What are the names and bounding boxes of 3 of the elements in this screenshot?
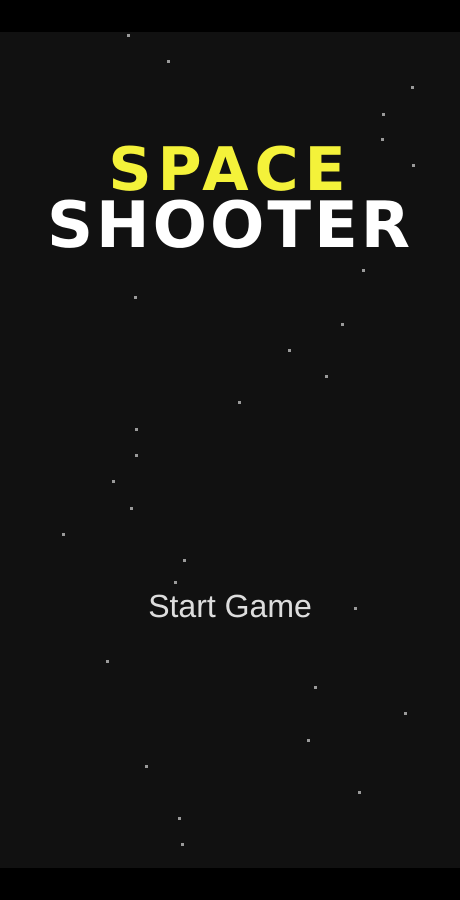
title-line: SPACE bbox=[108, 144, 352, 196]
start-game-button[interactable]: Start Game bbox=[140, 586, 320, 626]
title-line: SHOOTER bbox=[46, 196, 414, 256]
